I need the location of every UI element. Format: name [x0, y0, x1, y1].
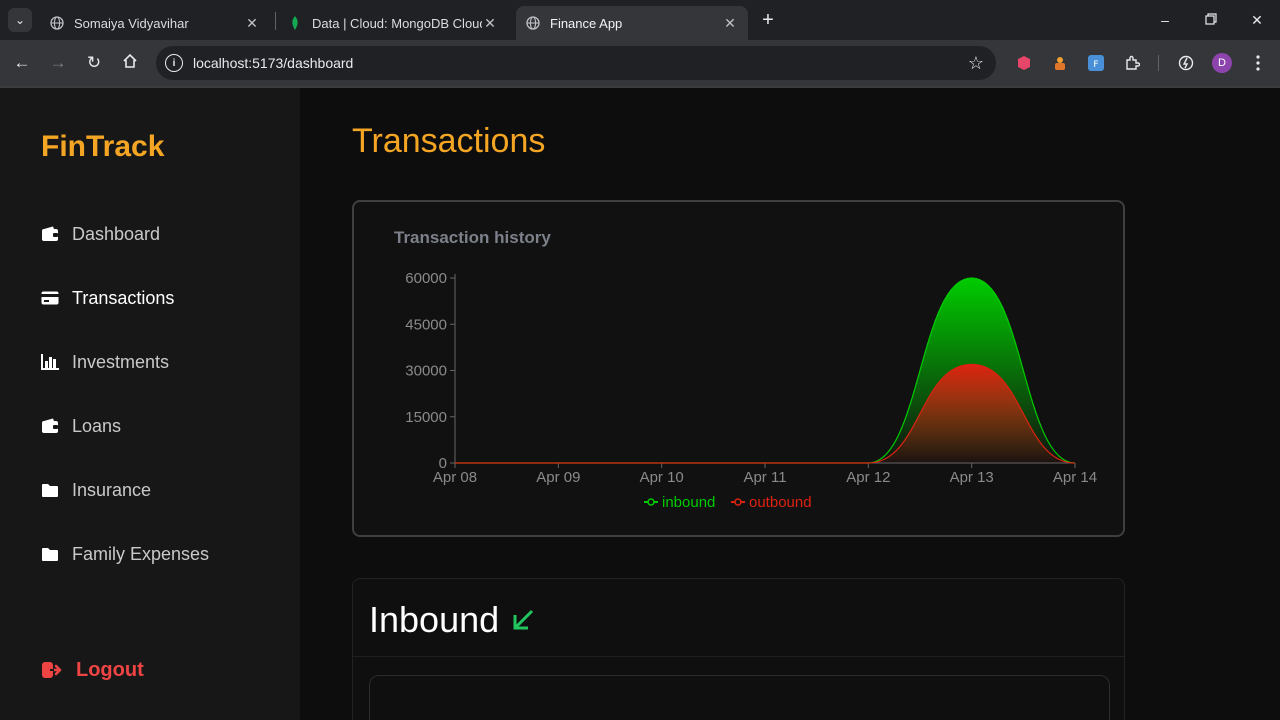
sidebar-item-family-expenses[interactable]: Family Expenses: [40, 540, 209, 568]
main-content: Transactions Transaction history 0 15000 3…: [300, 88, 1280, 720]
x-tick-label: Apr 11: [743, 469, 786, 486]
tab-search-button[interactable]: ⌄: [8, 8, 32, 32]
y-tick-label: 45000: [405, 316, 447, 333]
extensions-puzzle-icon[interactable]: [1120, 51, 1144, 75]
logout-icon: [40, 658, 64, 682]
arrow-down-left-icon: [509, 606, 537, 634]
mongodb-leaf-icon: [288, 16, 302, 30]
credit-card-icon: [40, 288, 60, 308]
brand-logo-text: FinTrack: [41, 130, 165, 163]
legend-marker-outbound: [734, 498, 742, 506]
page-title: Transactions: [352, 122, 546, 160]
inbound-heading-text: Inbound: [369, 599, 500, 640]
performance-icon[interactable]: [1174, 51, 1198, 75]
home-button[interactable]: [116, 49, 144, 77]
folder-icon: [40, 544, 60, 564]
bar-chart-icon: [40, 352, 60, 372]
y-tick-label: 30000: [405, 363, 447, 380]
arrow-right-icon: →: [49, 53, 67, 72]
inbound-heading: Inbound: [369, 599, 537, 641]
restore-button[interactable]: [1188, 0, 1234, 40]
area-outbound: [455, 364, 1075, 463]
wallet-icon: [40, 416, 60, 436]
x-tick-label: Apr 14: [1053, 469, 1097, 486]
reload-icon: ↻: [86, 53, 102, 72]
extension-2-icon[interactable]: [1048, 51, 1072, 75]
legend-marker-inbound: [647, 498, 655, 506]
tab-finance-app[interactable]: Finance App ✕: [516, 6, 748, 40]
transaction-history-chart: 015000300004500060000Apr 08 Apr 09 Apr 10 A…: [405, 270, 1097, 511]
sidebar: FinTrack Dashboard Transactions Investme…: [0, 88, 300, 720]
wallet-icon: [40, 224, 60, 244]
reload-button[interactable]: ↻: [80, 49, 108, 77]
sidebar-item-investments[interactable]: Investments: [40, 348, 169, 376]
extension-3-icon[interactable]: F: [1084, 51, 1108, 75]
y-tick-label: 15000: [405, 409, 447, 426]
tab-title: Somaiya Vidyavihar: [74, 15, 189, 31]
svg-text:F: F: [1093, 60, 1098, 70]
legend-label-outbound: outbound: [749, 494, 812, 511]
x-tick-label: Apr 08: [433, 469, 477, 486]
extension-1-icon[interactable]: [1012, 51, 1036, 75]
minimize-icon: –: [1161, 12, 1169, 28]
globe-icon: [50, 16, 64, 30]
plus-icon: +: [762, 8, 774, 31]
x-tick-label: Apr 12: [846, 469, 890, 486]
restore-icon: [1205, 12, 1217, 28]
browser-toolbar: ← → ↻ i localhost:5173/dashboard ☆ F: [0, 40, 1280, 86]
tab-title: Finance App: [550, 15, 623, 31]
chevron-down-icon: ⌄: [14, 13, 26, 27]
close-icon[interactable]: ✕: [722, 15, 738, 31]
sidebar-item-label: Loans: [72, 415, 122, 436]
tab-title: Data | Cloud: MongoDB Cloud: [312, 15, 482, 31]
x-tick-label: Apr 13: [950, 469, 994, 486]
minimize-button[interactable]: –: [1142, 0, 1188, 40]
arrow-left-icon: ←: [13, 53, 31, 72]
close-icon[interactable]: ✕: [482, 15, 498, 31]
sidebar-item-loans[interactable]: Loans: [40, 412, 121, 440]
home-icon: [122, 53, 138, 74]
toolbar-divider: [1158, 55, 1159, 71]
close-icon[interactable]: ✕: [244, 15, 260, 31]
x-tick-label: Apr 10: [640, 469, 684, 486]
logout-label: Logout: [76, 658, 144, 681]
inbound-list: [369, 675, 1110, 720]
globe-icon: [526, 16, 540, 30]
tab-strip: ⌄ Somaiya Vidyavihar ✕ Data | Cloud: Mon…: [0, 0, 1280, 40]
browser-chrome: ⌄ Somaiya Vidyavihar ✕ Data | Cloud: Mon…: [0, 0, 1280, 88]
sidebar-item-label: Family Expenses: [72, 543, 210, 564]
close-icon: ✕: [1251, 11, 1263, 28]
sidebar-item-label: Transactions: [72, 287, 175, 308]
tab-divider: [275, 12, 276, 30]
sidebar-item-label: Investments: [72, 351, 170, 372]
tab-mongodb[interactable]: Data | Cloud: MongoDB Cloud ✕: [278, 6, 508, 40]
new-tab-button[interactable]: +: [756, 8, 780, 32]
bookmark-star-icon[interactable]: ☆: [968, 53, 984, 74]
url-text: localhost:5173/dashboard: [193, 55, 354, 71]
forward-button[interactable]: →: [44, 49, 72, 77]
back-button[interactable]: ←: [8, 49, 36, 77]
y-tick-label: 60000: [405, 270, 447, 287]
inbound-card: Inbound: [352, 578, 1125, 720]
sidebar-item-label: Dashboard: [72, 223, 161, 244]
folder-icon: [40, 480, 60, 500]
legend-label-inbound: inbound: [662, 494, 715, 511]
logout-button[interactable]: Logout: [40, 658, 144, 682]
site-info-icon[interactable]: i: [165, 54, 183, 72]
profile-avatar[interactable]: D: [1212, 53, 1232, 73]
sidebar-item-label: Insurance: [72, 479, 152, 500]
tab-somaiya[interactable]: Somaiya Vidyavihar ✕: [40, 6, 270, 40]
close-window-button[interactable]: ✕: [1234, 0, 1280, 40]
x-tick-label: Apr 09: [536, 469, 580, 486]
address-bar[interactable]: i localhost:5173/dashboard ☆: [156, 46, 996, 80]
transaction-history-card: Transaction history 0 15000 30000 45000 6000…: [352, 200, 1125, 537]
sidebar-item-transactions[interactable]: Transactions: [40, 284, 174, 312]
menu-kebab-icon[interactable]: [1246, 51, 1270, 75]
inbound-divider: [353, 656, 1124, 657]
sidebar-item-dashboard[interactable]: Dashboard: [40, 220, 160, 248]
sidebar-item-insurance[interactable]: Insurance: [40, 476, 151, 504]
